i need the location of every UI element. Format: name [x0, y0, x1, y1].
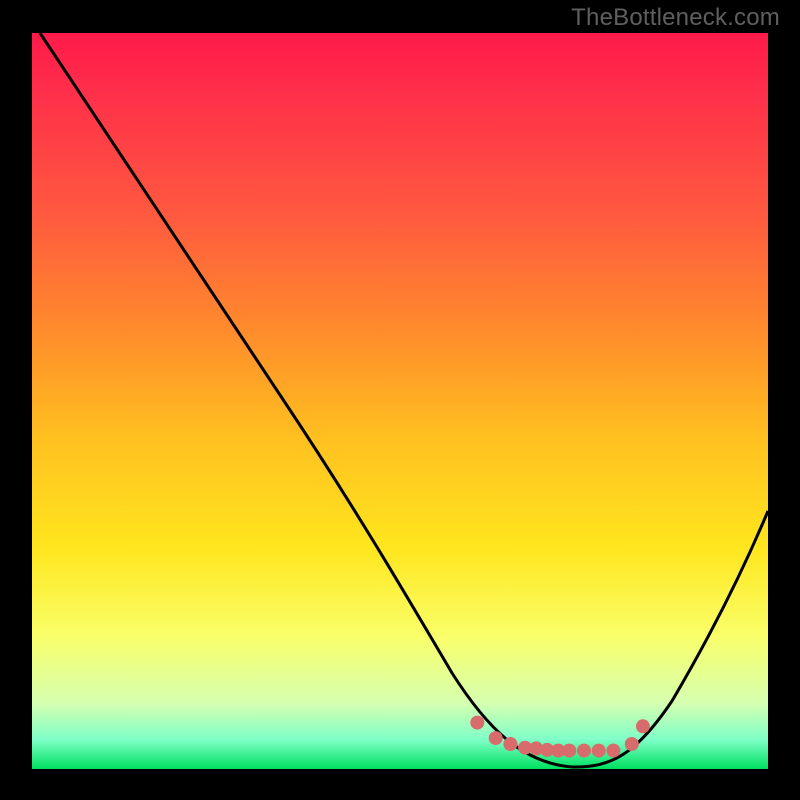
- highlight-dot: [470, 716, 484, 730]
- bottleneck-curve-line: [40, 33, 768, 767]
- highlight-dot: [503, 737, 517, 751]
- watermark: TheBottleneck.com: [571, 4, 780, 32]
- chart-frame: TheBottleneck.com: [0, 0, 800, 800]
- highlight-dot: [606, 744, 620, 758]
- highlight-dot: [636, 719, 650, 733]
- curve-layer: [32, 33, 768, 769]
- highlight-dot: [592, 744, 606, 758]
- highlight-dot: [577, 744, 591, 758]
- highlight-dot: [562, 744, 576, 758]
- highlight-dots: [470, 716, 650, 758]
- highlight-dot: [625, 737, 639, 751]
- highlight-dot: [489, 731, 503, 745]
